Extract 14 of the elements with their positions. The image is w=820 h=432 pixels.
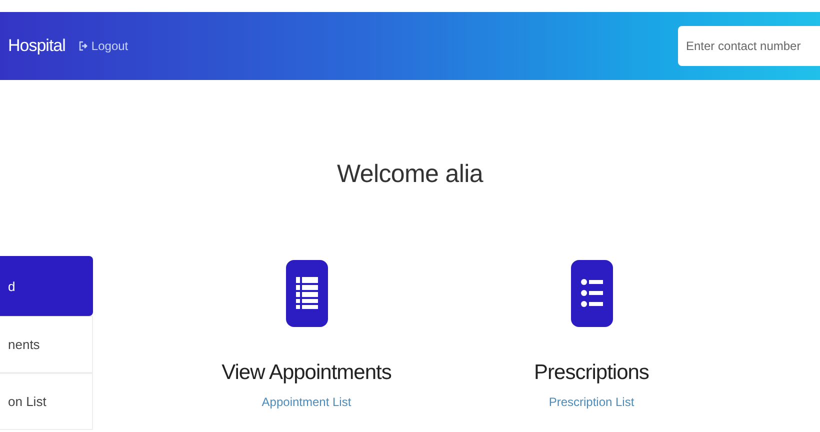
welcome-heading: Welcome alia [336,160,484,190]
card-title: Prescriptions [534,361,649,385]
logout-icon [79,41,90,51]
sidebar-item[interactable]: nents [0,316,93,373]
app-title: Hospital [8,36,66,56]
sidebar-item[interactable]: d [0,256,93,316]
list-icon [570,260,612,327]
table-icon [286,260,328,327]
sidebar-item[interactable]: on List [0,373,93,430]
search-field[interactable]: Enter contact number [678,26,820,66]
card-link[interactable]: Prescription List [548,395,634,409]
card-link[interactable]: Appointment List [262,395,352,409]
card-title: View Appointments [222,361,392,385]
logout-link[interactable]: Logout [79,39,128,53]
